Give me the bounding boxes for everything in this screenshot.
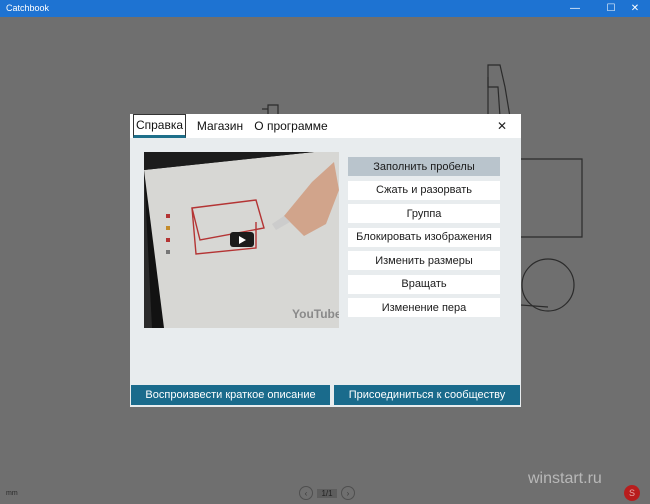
play-icon	[239, 235, 246, 244]
page-indicator: 1/1	[317, 488, 337, 498]
window-title: Catchbook	[6, 3, 50, 13]
unit-label[interactable]: mm	[6, 490, 18, 497]
join-community-button[interactable]: Присоединиться к сообществу	[334, 385, 520, 405]
minimize-button[interactable]: —	[560, 0, 590, 17]
help-topic-resize[interactable]: Изменить размеры	[348, 251, 500, 270]
help-topic-pen-change[interactable]: Изменение пера	[348, 298, 500, 317]
pen-icon[interactable]: S	[624, 485, 640, 501]
help-topic-rotate[interactable]: Вращать	[348, 274, 500, 294]
watermark: winstart.ru	[528, 470, 602, 487]
youtube-logo: YouTube	[292, 307, 339, 321]
help-topic-group[interactable]: Группа	[348, 204, 500, 223]
previous-page-button[interactable]: ‹	[299, 486, 313, 500]
tab-help[interactable]: Справка	[133, 114, 186, 138]
help-topic-lock-images[interactable]: Блокировать изображения	[348, 227, 500, 247]
close-window-button[interactable]: ✕	[620, 0, 650, 17]
page-navigator: ‹ 1/1 ›	[299, 486, 355, 500]
title-bar: Catchbook — ☐ ✕	[0, 0, 650, 17]
play-overview-button[interactable]: Воспроизвести краткое описание	[131, 385, 330, 405]
help-topic-fill-gaps[interactable]: Заполнить пробелы	[348, 157, 500, 176]
dialog-tabs: Справка Магазин О программе ✕	[130, 114, 521, 138]
play-button[interactable]	[230, 232, 254, 247]
close-icon[interactable]: ✕	[495, 119, 509, 133]
video-player[interactable]: YouTube	[144, 152, 339, 328]
help-topics-list: Заполнить пробелы Сжать и разорвать Груп…	[348, 157, 500, 322]
help-topic-compress-break[interactable]: Сжать и разорвать	[348, 180, 500, 200]
help-dialog: Справка Магазин О программе ✕ YouTube За…	[130, 114, 521, 407]
tab-about[interactable]: О программе	[254, 114, 328, 138]
next-page-button[interactable]: ›	[341, 486, 355, 500]
tab-store[interactable]: Магазин	[192, 114, 248, 138]
